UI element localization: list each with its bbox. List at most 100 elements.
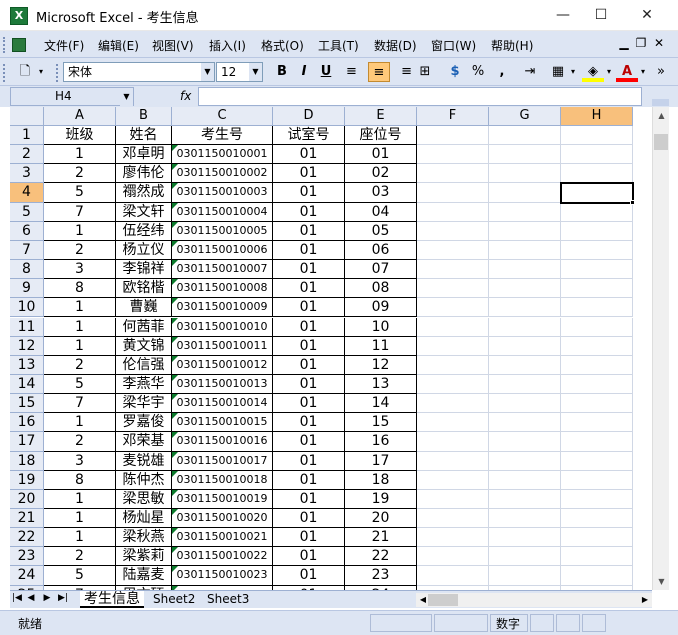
grid-cell[interactable] (561, 317, 633, 337)
grid-cell[interactable]: 梁秋燕 (116, 528, 172, 548)
horizontal-scroll-thumb[interactable] (428, 594, 458, 606)
grid-cell[interactable]: 5 (44, 566, 116, 586)
workbook-restore-button[interactable]: ❐ (633, 36, 649, 50)
grid-cell[interactable]: 01 (273, 528, 345, 548)
grid-cell[interactable] (561, 432, 633, 452)
grid-cell[interactable]: 1 (44, 317, 116, 337)
grid-cell[interactable] (417, 183, 489, 203)
select-all-corner[interactable] (10, 107, 44, 126)
grid-cell[interactable]: 08 (345, 279, 417, 299)
grid-cell[interactable] (489, 279, 561, 299)
grid-cell[interactable]: 0301150010006 (172, 240, 273, 261)
grid-cell[interactable]: 0301150010002 (172, 164, 273, 184)
active-cell-selection[interactable] (560, 182, 634, 204)
grid-cell[interactable]: 0301150010005 (172, 221, 273, 241)
merge-center-button[interactable]: ⊞ (414, 62, 436, 82)
row-header[interactable]: 9 (10, 279, 44, 299)
font-name-combo[interactable]: 宋体 ▼ (63, 62, 215, 82)
prev-sheet-icon[interactable]: ◀ (26, 593, 36, 603)
grid-cell[interactable]: 2 (44, 164, 116, 184)
grid-cell[interactable]: 01 (273, 183, 345, 203)
grid-cell[interactable]: 0301150010020 (172, 509, 273, 529)
grid-cell[interactable]: 5 (44, 374, 116, 395)
sheet-tab-sheet2[interactable]: Sheet2 (149, 591, 199, 608)
fill-color-dropdown-icon[interactable]: ▾ (604, 62, 614, 82)
grid-cell[interactable]: 伦信强 (116, 355, 172, 375)
row-header[interactable]: 15 (10, 394, 44, 414)
scroll-up-icon[interactable]: ▲ (653, 107, 670, 124)
insert-function-icon[interactable]: fx (180, 89, 191, 103)
grid-cell[interactable]: 杨灿星 (116, 509, 172, 529)
borders-dropdown-icon[interactable]: ▾ (568, 62, 578, 82)
grid-cell[interactable]: 考生号 (172, 126, 273, 146)
grid-cell[interactable]: 23 (345, 566, 417, 586)
grid-cell[interactable] (489, 355, 561, 375)
first-sheet-icon[interactable]: |◀ (12, 593, 22, 603)
grid-cell[interactable] (417, 240, 489, 261)
percent-button[interactable]: % (468, 62, 488, 82)
grid-cell[interactable]: 01 (273, 298, 345, 318)
menu-item-3[interactable]: 插入(I) (209, 37, 246, 54)
grid-cell[interactable] (417, 374, 489, 395)
grid-cell[interactable]: 01 (273, 202, 345, 222)
row-header[interactable]: 23 (10, 547, 44, 567)
grid-cell[interactable] (489, 298, 561, 318)
grid-cell[interactable] (489, 374, 561, 395)
grid-cell[interactable] (489, 489, 561, 509)
column-header-h[interactable]: H (561, 107, 633, 126)
row-header[interactable]: 13 (10, 355, 44, 375)
grid-cell[interactable]: 0301150010016 (172, 432, 273, 452)
grid-cell[interactable]: 3 (44, 451, 116, 471)
row-header[interactable]: 20 (10, 489, 44, 509)
grid-cell[interactable]: 01 (345, 145, 417, 165)
grid-cell[interactable] (489, 413, 561, 433)
grid-cell[interactable]: 01 (273, 355, 345, 375)
menu-item-6[interactable]: 数据(D) (374, 37, 417, 54)
currency-button[interactable]: $ (444, 62, 466, 82)
menu-item-2[interactable]: 视图(V) (152, 37, 194, 54)
grid-cell[interactable]: 廖伟伦 (116, 164, 172, 184)
grid-cell[interactable]: 01 (273, 260, 345, 280)
grid-cell[interactable] (417, 528, 489, 548)
last-sheet-icon[interactable]: ▶| (58, 593, 68, 603)
grid-cell[interactable]: 21 (345, 528, 417, 548)
row-header[interactable]: 4 (10, 183, 44, 203)
grid-cell[interactable]: 1 (44, 528, 116, 548)
grid-cell[interactable]: 10 (345, 317, 417, 337)
grid-cell[interactable]: 7 (44, 394, 116, 414)
menu-item-7[interactable]: 窗口(W) (431, 37, 476, 54)
row-header[interactable]: 8 (10, 260, 44, 280)
grid-cell[interactable] (417, 470, 489, 490)
grid-cell[interactable]: 0301150010023 (172, 566, 273, 586)
grid-cell[interactable]: 01 (273, 413, 345, 433)
grid-cell[interactable]: 5 (44, 183, 116, 203)
grid-cell[interactable] (561, 394, 633, 414)
grid-cell[interactable]: 曹巍 (116, 298, 172, 318)
grid-cell[interactable] (561, 547, 633, 567)
grid-cell[interactable] (417, 221, 489, 241)
grid-cell[interactable] (417, 547, 489, 567)
grid-cell[interactable] (417, 489, 489, 509)
grid-cell[interactable]: 梁紫莉 (116, 547, 172, 567)
horizontal-scrollbar[interactable]: ◀ ▶ (416, 593, 652, 607)
row-header[interactable]: 14 (10, 374, 44, 395)
grid-cell[interactable]: 01 (273, 394, 345, 414)
grid-cell[interactable]: 8 (44, 470, 116, 490)
grid-cell[interactable]: 邓卓明 (116, 145, 172, 165)
grid-cell[interactable]: 禤然成 (116, 183, 172, 203)
vertical-split-box[interactable] (652, 99, 669, 106)
grid-cell[interactable] (489, 566, 561, 586)
grid-cell[interactable]: 0301150010007 (172, 260, 273, 280)
menu-item-5[interactable]: 工具(T) (318, 37, 359, 54)
grid-cell[interactable] (417, 279, 489, 299)
scroll-right-icon[interactable]: ▶ (638, 593, 652, 607)
grid-cell[interactable] (561, 566, 633, 586)
fill-color-button[interactable]: ◈ (582, 62, 604, 82)
grid-cell[interactable] (489, 126, 561, 146)
grid-cell[interactable] (417, 202, 489, 222)
row-header[interactable]: 11 (10, 317, 44, 337)
grid-cell[interactable] (417, 413, 489, 433)
grid-cell[interactable]: 19 (345, 489, 417, 509)
row-header[interactable]: 2 (10, 145, 44, 165)
grid-cell[interactable]: 姓名 (116, 126, 172, 146)
